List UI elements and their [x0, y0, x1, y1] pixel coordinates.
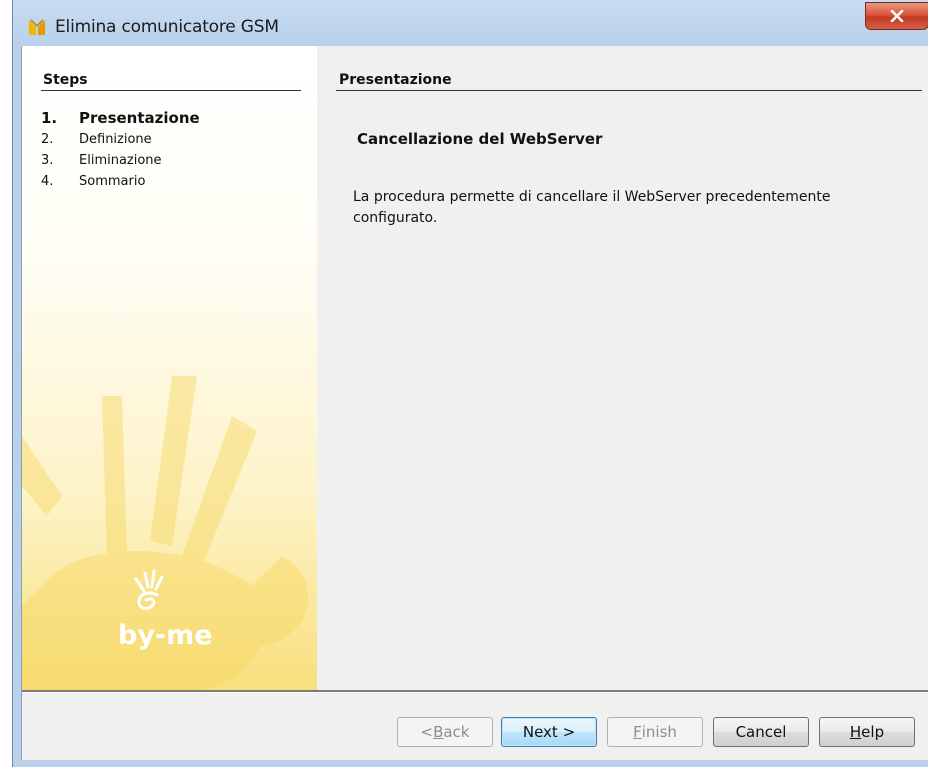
close-button[interactable] — [865, 2, 928, 30]
byme-logo-text: by-me — [118, 620, 213, 651]
app-icon — [29, 19, 45, 35]
wizard-content: Steps 1. Presentazione 2. Definizione 3. El… — [21, 46, 928, 760]
close-icon — [890, 10, 904, 22]
steps-list: 1. Presentazione 2. Definizione 3. Eliminaz… — [41, 108, 200, 192]
help-button[interactable]: Help — [819, 717, 915, 747]
steps-divider — [41, 90, 301, 91]
step-definizione: 2. Definizione — [41, 132, 152, 147]
section-divider — [336, 90, 922, 91]
title-bar[interactable]: Elimina comunicatore GSM — [13, 0, 928, 46]
window-frame-bottom — [21, 760, 928, 767]
byme-logo-icon — [134, 569, 164, 610]
steps-panel: Steps 1. Presentazione 2. Definizione 3. El… — [22, 46, 317, 690]
step-label: Eliminazione — [79, 153, 162, 168]
steps-heading: Steps — [43, 72, 88, 88]
window-title: Elimina comunicatore GSM — [55, 17, 279, 37]
step-sommario: 4. Sommario — [41, 174, 146, 189]
step-presentazione: 1. Presentazione — [41, 109, 200, 127]
step-label: Sommario — [79, 174, 146, 189]
content-description: La procedura permette di cancellare il W… — [353, 189, 831, 226]
button-bar-divider — [22, 690, 928, 693]
content-subtitle: Cancellazione del WebServer — [357, 130, 603, 148]
section-title: Presentazione — [339, 72, 452, 88]
wizard-window: Elimina comunicatore GSM Steps 1. Present… — [12, 0, 928, 767]
content-panel: Presentazione Cancellazione del WebServe… — [317, 46, 928, 690]
step-label: Presentazione — [79, 109, 200, 127]
step-eliminazione: 3. Eliminazione — [41, 153, 162, 168]
cancel-button[interactable]: Cancel — [713, 717, 809, 747]
back-button[interactable]: < Back — [397, 717, 493, 747]
next-button[interactable]: Next > — [501, 717, 597, 747]
finish-button[interactable]: Finish — [607, 717, 703, 747]
step-label: Definizione — [79, 132, 152, 147]
